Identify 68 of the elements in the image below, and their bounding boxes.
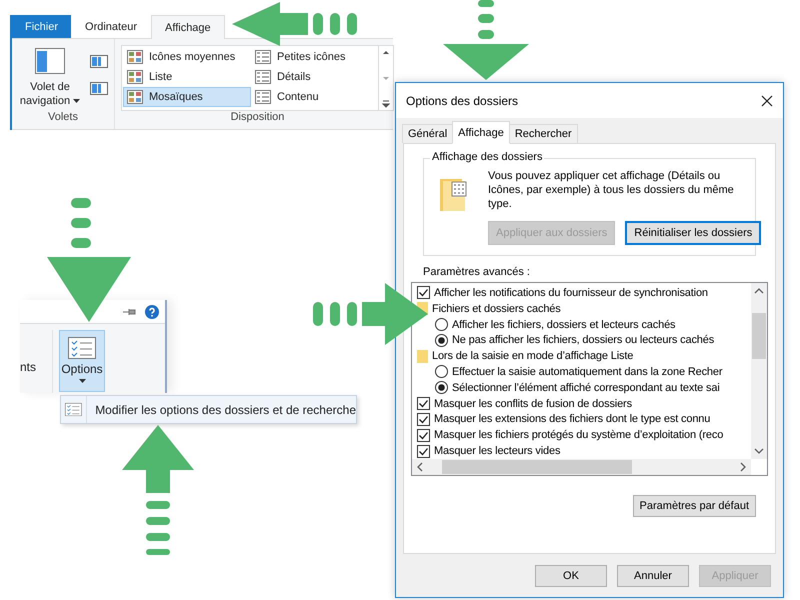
horizontal-scrollbar[interactable] (412, 459, 751, 475)
ribbon-tab[interactable]: Affichage (151, 15, 225, 39)
view-icon (255, 90, 271, 104)
scrollbar-thumb[interactable] (752, 313, 766, 359)
close-icon[interactable] (761, 94, 773, 106)
navigation-pane-button[interactable]: Volet de navigation (18, 45, 82, 111)
caret-icon (78, 379, 86, 383)
menu-item[interactable]: Modifier les options des dossiers et de recherche (60, 395, 357, 424)
options-icon (65, 402, 82, 416)
help-icon[interactable] (145, 304, 159, 318)
checkbox[interactable] (417, 286, 430, 300)
layout-option[interactable]: Mosaïques (123, 87, 251, 107)
group-label: Volets (47, 111, 79, 125)
setting-label: Fichiers et dossiers cachés (432, 302, 561, 315)
file-tab[interactable]: Fichier (12, 15, 72, 38)
setting-label: Masquer les fichiers protégés du système d’exploitation (reco (434, 429, 724, 442)
view-icon (127, 70, 143, 84)
group-title: Affichage des dossiers (430, 151, 544, 163)
view-icon (255, 50, 271, 64)
navigation-pane-icon (35, 48, 65, 74)
options-button[interactable]: Options (59, 330, 105, 392)
setting-label: Effectuer la saisie automatiquement dans la zone Recher (452, 366, 722, 378)
folder-button[interactable]: Réinitialiser les dossiers (625, 221, 762, 245)
radio-button[interactable] (435, 381, 448, 394)
layout-option[interactable]: Détails (251, 67, 375, 87)
dialog-tab[interactable]: Affichage (452, 121, 510, 144)
folder-icon (417, 350, 428, 363)
scrollbar-thumb[interactable] (442, 460, 632, 474)
options-icon (68, 337, 96, 359)
layout-option[interactable]: Petites icônes (251, 47, 375, 67)
layout-option[interactable]: Contenu (251, 87, 375, 107)
defaults-button[interactable]: Paramètres par défaut (632, 495, 756, 517)
radio-button[interactable] (435, 318, 448, 332)
setting-label: Masquer les conflits de fusion de dossiers (434, 398, 632, 410)
pin-icon[interactable] (123, 308, 137, 316)
view-icon (127, 90, 143, 104)
pane-icon (90, 82, 108, 95)
radio-button[interactable] (435, 365, 448, 378)
description-text: Vous pouvez appliquer cet affichage (Détails ou Icônes, par exemple) à tous les dossiers du même type. (488, 169, 735, 211)
layout-option[interactable]: Icônes moyennes (123, 47, 251, 67)
dialog-tab[interactable]: Général (402, 124, 454, 143)
setting-label: Ne pas afficher les fichiers, dossiers ou lecteurs cachés (452, 334, 714, 346)
dialog-button[interactable]: Annuler (617, 564, 689, 586)
setting-label: Masquer les lecteurs vides (434, 445, 560, 458)
checkbox[interactable] (417, 412, 430, 426)
setting-label: Afficher les notifications du fournisseur de synchronisation (434, 286, 708, 299)
group-label: Disposition (230, 111, 286, 125)
folder-icon (440, 179, 468, 211)
layout-option[interactable]: Liste (123, 67, 251, 87)
setting-label: Masquer les extensions des fichiers dont le type est connu (434, 413, 710, 426)
vertical-scrollbar[interactable] (751, 283, 767, 459)
dialog-tab[interactable]: Rechercher (508, 124, 578, 143)
window-title: Options des dossiers (406, 94, 518, 108)
pane-icon (90, 55, 108, 68)
setting-label: Lors de la saisie en mode d’affichage Liste (432, 350, 634, 362)
caret-icon (73, 99, 80, 104)
view-icon (127, 50, 143, 64)
ribbon-label: nts (20, 330, 53, 393)
checkbox[interactable] (417, 397, 430, 410)
checkbox[interactable] (417, 428, 430, 442)
view-icon (255, 70, 271, 84)
expand-gallery-icon[interactable] (379, 98, 393, 110)
radio-button[interactable] (435, 334, 448, 347)
section-label: Paramètres avancés : (423, 266, 531, 278)
setting-label: Afficher les fichiers, dossiers et lecteurs cachés (452, 318, 676, 331)
checkbox[interactable] (417, 444, 430, 458)
setting-label: Sélectionner l’élément affiché correspondant au texte sai (452, 382, 720, 394)
dialog-button[interactable]: OK (535, 564, 607, 586)
